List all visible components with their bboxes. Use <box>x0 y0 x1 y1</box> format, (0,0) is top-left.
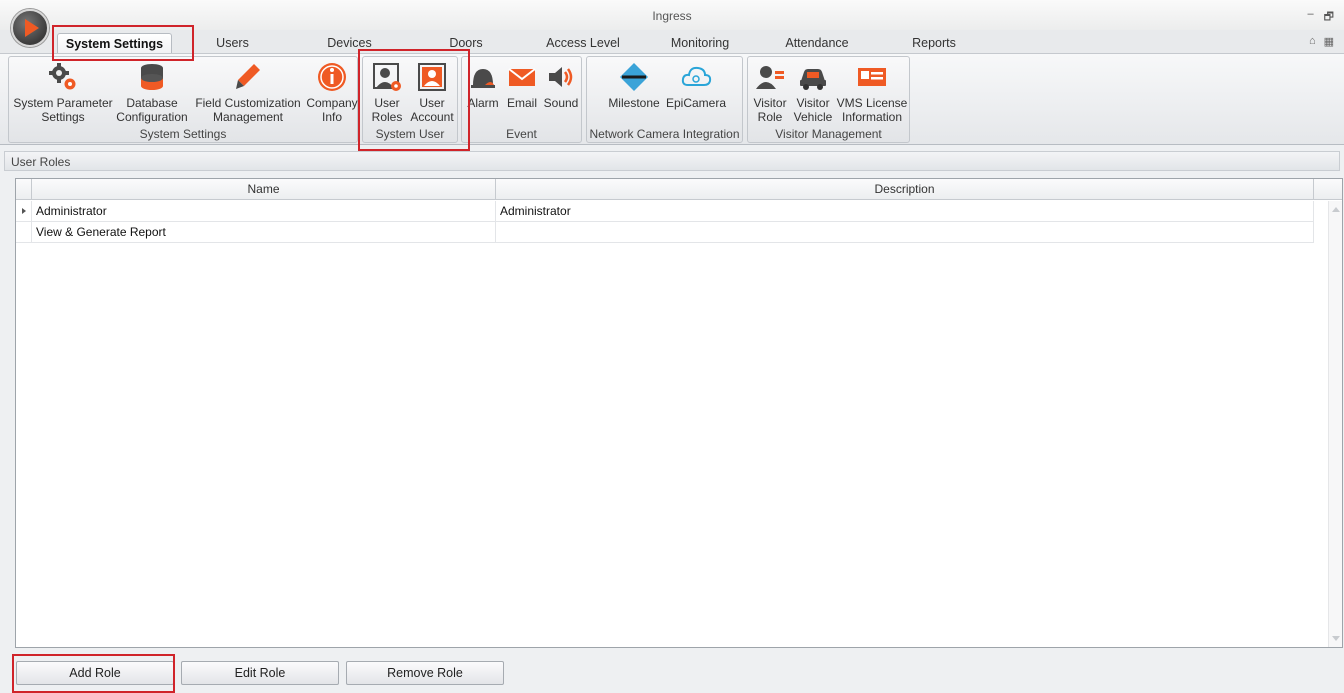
system-parameter-settings-label: System Parameter Settings <box>13 96 113 124</box>
visitor-role-label: Visitor Role <box>753 96 787 124</box>
group-label-system-settings: System Settings <box>139 127 227 141</box>
gears-icon <box>49 63 76 90</box>
current-row-arrow-icon <box>22 208 26 214</box>
visitor-vehicle-button[interactable]: Visitor Vehicle <box>792 61 834 124</box>
alarm-bell-icon <box>471 69 495 88</box>
group-event: Alarm Email Sound Event <box>461 56 582 143</box>
field-customization-label: Field Customization Management <box>195 96 301 124</box>
car-icon <box>800 69 826 90</box>
group-label-event: Event <box>506 127 537 141</box>
section-title: User Roles <box>4 151 1340 171</box>
info-icon <box>318 63 346 91</box>
email-button[interactable]: Email <box>504 61 540 110</box>
pencil-icon <box>236 64 260 89</box>
restore-button[interactable]: 🗗 <box>1324 8 1334 27</box>
speaker-icon <box>549 67 573 87</box>
user-roles-icon <box>373 63 401 91</box>
group-label-visitor-management: Visitor Management <box>775 127 882 141</box>
milestone-icon <box>620 63 648 91</box>
collapse-ribbon-icon[interactable]: ⌂ <box>1309 35 1316 48</box>
user-account-label: User Account <box>410 96 454 124</box>
user-account-icon <box>418 63 446 91</box>
scroll-up-icon[interactable] <box>1332 207 1340 212</box>
cell-name[interactable]: Administrator <box>32 201 496 222</box>
email-icon <box>508 68 536 86</box>
grid-header: Name Description <box>16 179 1342 200</box>
user-account-button[interactable]: User Account <box>409 61 455 124</box>
ribbon-options: ⌂ ▦ <box>1309 35 1334 48</box>
user-roles-button[interactable]: User Roles <box>367 61 407 124</box>
system-parameter-settings-button[interactable]: System Parameter Settings <box>11 61 115 124</box>
tab-system-settings[interactable]: System Settings <box>57 33 172 55</box>
row-indicator <box>16 201 32 222</box>
title-bar: Ingress ‒ 🗗 <box>0 0 1344 30</box>
tab-devices[interactable]: Devices <box>322 33 377 55</box>
add-role-button[interactable]: Add Role <box>16 661 174 685</box>
cloud-camera-icon <box>681 66 712 86</box>
tab-monitoring[interactable]: Monitoring <box>664 33 736 55</box>
window-title: Ingress <box>652 9 692 23</box>
visitor-role-button[interactable]: Visitor Role <box>750 61 790 124</box>
user-roles-label: User Roles <box>371 96 403 124</box>
cell-description[interactable]: Administrator <box>496 201 1314 222</box>
app-menu-button[interactable] <box>11 9 49 47</box>
email-label: Email <box>506 96 537 110</box>
edit-role-button[interactable]: Edit Role <box>181 661 339 685</box>
cell-name[interactable]: View & Generate Report <box>32 222 496 243</box>
column-header-name[interactable]: Name <box>32 179 496 200</box>
group-label-system-user: System User <box>375 127 445 141</box>
header-indicator-cell <box>16 179 32 200</box>
group-visitor-management: Visitor Role Visitor Vehicle VMS License… <box>747 56 910 143</box>
table-row[interactable]: View & Generate Report <box>16 222 1314 243</box>
tab-attendance[interactable]: Attendance <box>782 33 852 55</box>
group-label-network-camera: Network Camera Integration <box>589 127 740 141</box>
sound-label: Sound <box>543 96 579 110</box>
remove-role-button[interactable]: Remove Role <box>346 661 504 685</box>
visitor-role-icon <box>756 66 784 89</box>
table-row[interactable]: Administrator Administrator <box>16 201 1314 222</box>
company-info-button[interactable]: Company Info <box>303 61 361 124</box>
ribbon-tabs: System Settings Users Devices Doors Acce… <box>0 30 1344 55</box>
window-controls: ‒ 🗗 <box>1308 8 1334 27</box>
scroll-down-icon[interactable] <box>1332 636 1340 641</box>
company-info-label: Company Info <box>306 96 358 124</box>
epicamera-button[interactable]: EpiCamera <box>665 61 727 110</box>
alarm-button[interactable]: Alarm <box>464 61 502 110</box>
field-customization-button[interactable]: Field Customization Management <box>193 61 303 124</box>
tab-users[interactable]: Users <box>205 33 260 55</box>
group-network-camera: Milestone EpiCamera Network Camera Integ… <box>586 56 743 143</box>
layout-icon[interactable]: ▦ <box>1324 35 1334 48</box>
milestone-button[interactable]: Milestone <box>603 61 665 110</box>
database-configuration-button[interactable]: Database Configuration <box>115 61 189 124</box>
visitor-vehicle-label: Visitor Vehicle <box>793 96 833 124</box>
group-system-user: User Roles User Account System User <box>362 56 458 143</box>
license-card-icon <box>858 68 886 86</box>
sound-button[interactable]: Sound <box>542 61 580 110</box>
group-system-settings: System Parameter Settings Database Confi… <box>8 56 358 143</box>
tab-access-level[interactable]: Access Level <box>544 33 622 55</box>
ribbon-panel: System Parameter Settings Database Confi… <box>0 53 1344 145</box>
tab-reports[interactable]: Reports <box>906 33 962 55</box>
database-configuration-label: Database Configuration <box>116 96 188 124</box>
epicamera-label: EpiCamera <box>665 96 727 110</box>
column-header-description[interactable]: Description <box>496 179 1314 200</box>
milestone-label: Milestone <box>608 96 660 110</box>
vms-license-button[interactable]: VMS License Information <box>836 61 908 124</box>
cell-description[interactable] <box>496 222 1314 243</box>
database-icon <box>141 64 163 90</box>
minimize-button[interactable]: ‒ <box>1308 8 1314 27</box>
alarm-label: Alarm <box>467 96 499 110</box>
vms-license-label: VMS License Information <box>836 96 908 124</box>
vertical-scrollbar[interactable] <box>1328 201 1342 647</box>
play-icon <box>25 19 39 37</box>
tab-doors[interactable]: Doors <box>443 33 489 55</box>
user-roles-grid: Name Description Administrator Administr… <box>15 178 1343 648</box>
row-indicator <box>16 222 32 243</box>
